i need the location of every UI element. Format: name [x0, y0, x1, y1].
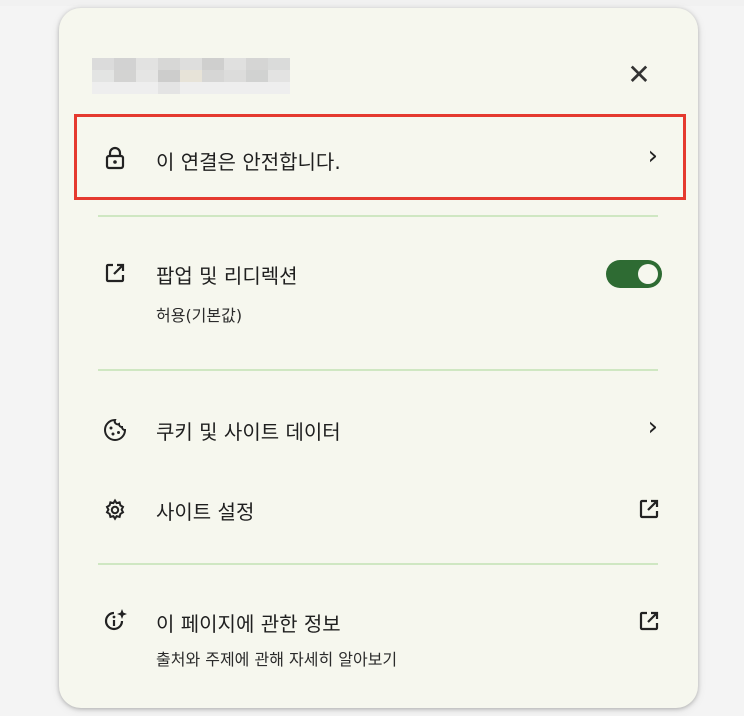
toggle-knob [638, 264, 658, 284]
cookie-icon [102, 417, 128, 443]
popups-redirects-status: 허용(기본값) [156, 306, 243, 325]
close-icon: ✕ [627, 58, 651, 91]
open-external-icon [102, 260, 128, 286]
site-name-blurred [92, 58, 290, 94]
about-this-page-row[interactable]: 이 페이지에 관한 정보 출처와 주제에 관해 자세히 알아보기 [80, 590, 686, 680]
divider [98, 563, 658, 565]
close-button[interactable]: ✕ [624, 60, 654, 90]
open-external-icon [638, 610, 662, 634]
about-this-page-label: 이 페이지에 관한 정보 [156, 612, 341, 636]
popups-redirects-row: 팝업 및 리디렉션 허용(기본값) [80, 240, 686, 340]
divider [98, 369, 658, 371]
info-sparkle-icon [102, 608, 128, 634]
site-settings-row[interactable]: 사이트 설정 [80, 480, 686, 540]
site-settings-label: 사이트 설정 [156, 500, 255, 524]
gear-icon [102, 497, 128, 523]
about-this-page-description: 출처와 주제에 관해 자세히 알아보기 [156, 650, 398, 669]
popups-redirects-label: 팝업 및 리디렉션 [156, 264, 298, 288]
highlight-box [74, 114, 686, 200]
cookies-site-data-label: 쿠키 및 사이트 데이터 [156, 420, 341, 444]
chevron-right-icon: › [647, 412, 658, 442]
divider [98, 215, 658, 217]
open-external-icon [638, 498, 662, 522]
cookies-site-data-row[interactable]: 쿠키 및 사이트 데이터 › [80, 400, 686, 460]
popups-redirects-toggle[interactable] [606, 260, 662, 288]
